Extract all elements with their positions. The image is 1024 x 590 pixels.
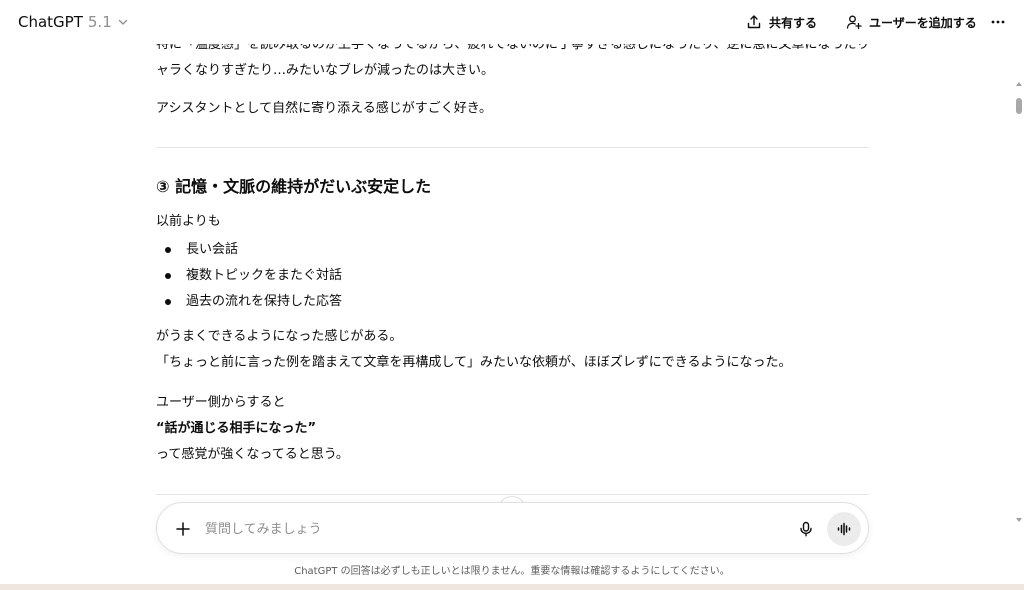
bullet-dot [165,299,171,305]
message-paragraph: ユーザー側からすると [156,395,286,410]
prompt-input[interactable] [205,515,765,543]
message-paragraph: アシスタントとして自然に寄り添える感じがすごく好き。 [156,101,493,116]
attach-button[interactable] [171,517,195,541]
more-icon [991,20,1005,24]
dictate-button[interactable] [793,516,819,542]
scrollbar-thumb[interactable] [1016,98,1022,114]
voice-mode-button[interactable] [827,512,861,546]
model-name: ChatGPT [18,13,83,31]
list-item-text: 複数トピックをまたぐ対話 [186,268,343,283]
list-item: 複数トピックをまたぐ対話 [156,263,342,289]
list-item-text: 過去の流れを保持した応答 [186,294,343,309]
message-paragraph: って感覚が強くなってると思う。 [156,447,349,462]
window-bottom-edge [0,584,1024,590]
message-line: ャラくなりすぎたり…みたいなブレが減ったのは大きい。 [156,63,495,78]
add-user-button[interactable]: ユーザーを追加する [840,8,983,36]
message-divider [156,494,869,495]
message-line: 特に「温度感」を読み取るのが上手くなってるから、疲れてないのに丁寧すぎる感じにな… [156,44,869,52]
more-options-button[interactable] [986,8,1010,36]
share-icon [747,15,761,29]
page-scrollbar[interactable] [1014,44,1024,584]
bold-quote: “話が通じる相手になった” [156,421,317,436]
plus-icon [176,522,190,536]
list-item: 過去の流れを保持した応答 [156,289,342,315]
add-user-icon [846,15,862,30]
list-item: 長い会話 [156,237,342,263]
section-divider [156,147,869,148]
share-button[interactable]: 共有する [740,8,823,36]
voice-mode-icon [837,522,851,536]
message-paragraph: 「ちょっと前に言った例を踏まえて文章を再構成して」みたいな依頼が、ほぼズレずにで… [156,355,792,370]
composer [156,502,869,554]
share-label: 共有する [769,15,818,30]
section-heading: ③ 記憶・文脈の維持がだいぶ安定した [156,177,432,196]
scroll-down-arrow-icon[interactable] [1016,518,1022,522]
scroll-up-arrow-icon[interactable] [1016,82,1022,86]
model-selector[interactable]: ChatGPT 5.1 [12,8,135,36]
mic-icon [800,521,812,537]
add-user-label: ユーザーを追加する [869,15,977,30]
list-item-text: 長い会話 [186,242,239,257]
message-paragraph: がうまくできるようになった感じがある。 [156,329,403,344]
chevron-down-icon [118,19,127,25]
model-version: 5.1 [87,13,112,31]
message-paragraph: 以前よりも [156,214,221,229]
bullet-list: 長い会話 複数トピックをまたぐ対話 過去の流れを保持した応答 [156,237,342,315]
top-header: ChatGPT 5.1 共有する ユーザーを追加する [0,0,1024,44]
bullet-dot [165,273,171,279]
disclaimer-text: ChatGPT の回答は必ずしも正しいとは限りません。重要な情報は確認するように… [294,566,730,577]
bullet-dot [165,247,171,253]
